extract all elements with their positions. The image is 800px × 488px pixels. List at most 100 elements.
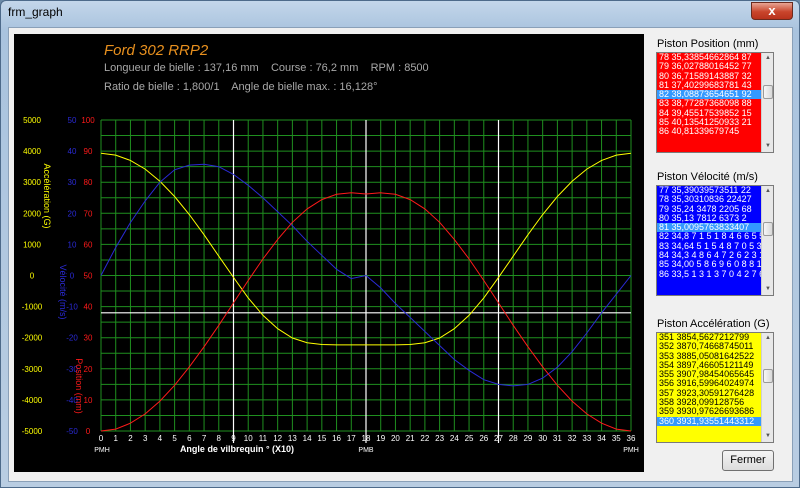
list-item[interactable]: 77 35,39039573511 22 bbox=[657, 186, 773, 195]
x-tick-label: 12 bbox=[273, 434, 282, 443]
acceleration-list-label: Piston Accélération (G) bbox=[657, 318, 770, 330]
list-item[interactable]: 354 3897,46605121149 bbox=[657, 361, 773, 370]
velocity-list-label: Piston Vélocité (m/s) bbox=[657, 171, 758, 183]
x-tick-label: 21 bbox=[406, 434, 415, 443]
y-tick-label: 20 bbox=[68, 209, 77, 218]
y-tick-label: -50 bbox=[66, 427, 78, 436]
y-tick-label: 40 bbox=[84, 303, 93, 312]
list-scrollbar[interactable]: ▲ ▼ bbox=[761, 53, 773, 152]
list-item[interactable]: 86 40,81339679745 bbox=[657, 127, 773, 136]
x-tick-label: 23 bbox=[435, 434, 444, 443]
list-item[interactable]: 80 36,71589143887 32 bbox=[657, 72, 773, 81]
x-tick-label: 10 bbox=[244, 434, 253, 443]
x-tick-label: 14 bbox=[303, 434, 312, 443]
x-tick-label: 19 bbox=[376, 434, 385, 443]
x-tick-label: 15 bbox=[317, 434, 326, 443]
x-tick-label: 3 bbox=[143, 434, 148, 443]
marker-pmh-left: PMH bbox=[94, 447, 110, 454]
list-item[interactable]: 82 34,8 7 1 5 1 8 4 6 6 5 5 bbox=[657, 232, 773, 241]
y-tick-label: 0 bbox=[70, 272, 75, 281]
y-tick-label: 5000 bbox=[23, 116, 41, 125]
scroll-thumb[interactable] bbox=[763, 368, 773, 383]
list-item[interactable]: 83 34,64 5 1 5 4 8 7 0 5 3 0 2 bbox=[657, 242, 773, 251]
x-tick-label: 29 bbox=[523, 434, 532, 443]
x-tick-label: 26 bbox=[479, 434, 488, 443]
list-item[interactable]: 355 3907,98454065645 bbox=[657, 370, 773, 379]
list-item[interactable]: 79 36,02788016452 77 bbox=[657, 62, 773, 71]
y-tick-label: 90 bbox=[84, 147, 93, 156]
graph-info-line1: Longueur de bielle : 137,16 mm Course : … bbox=[104, 62, 429, 74]
x-tick-label: 4 bbox=[158, 434, 163, 443]
list-item[interactable]: 82 38,08873654651 92 bbox=[657, 90, 773, 100]
marker-pmh-right: PMH bbox=[623, 447, 639, 454]
velocity-list[interactable]: 77 35,39039573511 22 78 35,30310836 22427… bbox=[656, 185, 774, 296]
list-item[interactable]: 359 3930,97626693686 bbox=[657, 407, 773, 416]
position-list[interactable]: 78 35,33854662864 87 79 36,02788016452 77… bbox=[656, 52, 774, 153]
scroll-down-icon[interactable]: ▼ bbox=[762, 141, 773, 152]
scroll-thumb[interactable] bbox=[763, 221, 773, 236]
y-tick-label: 40 bbox=[68, 147, 77, 156]
y-axis-title: Vélocité (m/s) bbox=[58, 264, 68, 319]
position-list-label: Piston Position (mm) bbox=[657, 38, 759, 50]
list-item[interactable]: 80 35,13 7812 6373 2 bbox=[657, 214, 773, 223]
x-tick-label: 28 bbox=[509, 434, 518, 443]
list-item[interactable]: 357 3923,30591276428 bbox=[657, 389, 773, 398]
y-tick-label: -2000 bbox=[22, 334, 43, 343]
list-item[interactable]: 85 40,13541250933 21 bbox=[657, 118, 773, 127]
scroll-up-icon[interactable]: ▲ bbox=[762, 186, 773, 197]
y-tick-label: 100 bbox=[81, 116, 95, 125]
list-item[interactable]: 84 34,3 4 8 6 4 7 2 6 2 3 1 5 2 bbox=[657, 251, 773, 260]
scroll-down-icon[interactable]: ▼ bbox=[762, 284, 773, 295]
y-tick-label: 30 bbox=[68, 178, 77, 187]
y-tick-label: 3000 bbox=[23, 178, 41, 187]
scroll-up-icon[interactable]: ▲ bbox=[762, 333, 773, 344]
x-axis-label: Angle de vilbrequin ° (X10) bbox=[180, 444, 294, 454]
x-tick-label: 5 bbox=[172, 434, 177, 443]
x-tick-label: 31 bbox=[553, 434, 562, 443]
x-tick-label: 30 bbox=[538, 434, 547, 443]
y-tick-label: 50 bbox=[68, 116, 77, 125]
title-bar[interactable]: frm_graph x bbox=[1, 1, 799, 25]
x-tick-label: 36 bbox=[627, 434, 636, 443]
y-tick-label: 4000 bbox=[23, 147, 41, 156]
list-item[interactable]: 358 3928,099128756 bbox=[657, 398, 773, 407]
list-item[interactable]: 85 34,00 5 8 6 9 6 0 8 8 1 7 bbox=[657, 260, 773, 269]
y-tick-label: -3000 bbox=[22, 365, 43, 374]
x-tick-label: 22 bbox=[420, 434, 429, 443]
graph-panel: 5000 4000 3000 2000 1000 0 -1000 -2000 -3000 -400… bbox=[14, 34, 644, 472]
y-tick-label: -5000 bbox=[22, 427, 43, 436]
list-item[interactable]: 81 37,40299683781 43 bbox=[657, 81, 773, 90]
y-tick-label: 0 bbox=[30, 272, 35, 281]
scroll-up-icon[interactable]: ▲ bbox=[762, 53, 773, 64]
scroll-down-icon[interactable]: ▼ bbox=[762, 431, 773, 442]
x-tick-label: 24 bbox=[450, 434, 459, 443]
x-tick-label: 13 bbox=[288, 434, 297, 443]
list-item[interactable]: 78 35,33854662864 87 bbox=[657, 53, 773, 62]
x-tick-label: 16 bbox=[332, 434, 341, 443]
y-tick-label: 80 bbox=[84, 178, 93, 187]
engine-graph: 500040003000200010000-1000-2000-3000-400… bbox=[22, 116, 639, 454]
list-item[interactable]: 79 35,24 3478 2205 68 bbox=[657, 205, 773, 214]
y-tick-label: 60 bbox=[84, 240, 93, 249]
scroll-thumb[interactable] bbox=[763, 85, 773, 100]
list-item[interactable]: 352 3870,74668745011 bbox=[657, 342, 773, 351]
acceleration-list[interactable]: 351 3854,5627212799 352 3870,74668745011 3… bbox=[656, 332, 774, 443]
x-tick-label: 33 bbox=[582, 434, 591, 443]
list-scrollbar[interactable]: ▲ ▼ bbox=[761, 333, 773, 442]
list-item[interactable]: 84 39,45517539852 15 bbox=[657, 109, 773, 118]
list-item[interactable]: 78 35,30310836 22427 bbox=[657, 195, 773, 204]
list-item[interactable]: 360 3931,93551443312 bbox=[657, 416, 773, 426]
fermer-button[interactable]: Fermer bbox=[722, 450, 774, 471]
x-tick-label: 1 bbox=[113, 434, 118, 443]
list-item[interactable]: 356 3916,59964024974 bbox=[657, 379, 773, 388]
list-item[interactable]: 83 38,77287368098 88 bbox=[657, 99, 773, 108]
list-item[interactable]: 353 3885,05081642522 bbox=[657, 352, 773, 361]
list-item[interactable]: 81 35,0095763833407 bbox=[657, 223, 773, 233]
list-scrollbar[interactable]: ▲ ▼ bbox=[761, 186, 773, 295]
list-item[interactable]: 86 33,5 1 3 1 3 7 0 4 2 7 6 bbox=[657, 270, 773, 279]
list-item[interactable]: 351 3854,5627212799 bbox=[657, 333, 773, 342]
window-close-button[interactable]: x bbox=[751, 2, 793, 20]
graph-title: Ford 302 RRP2 bbox=[104, 42, 209, 59]
graph-info-line2: Ratio de bielle : 1,800/1 Angle de biell… bbox=[104, 81, 378, 93]
x-tick-label: 17 bbox=[347, 434, 356, 443]
